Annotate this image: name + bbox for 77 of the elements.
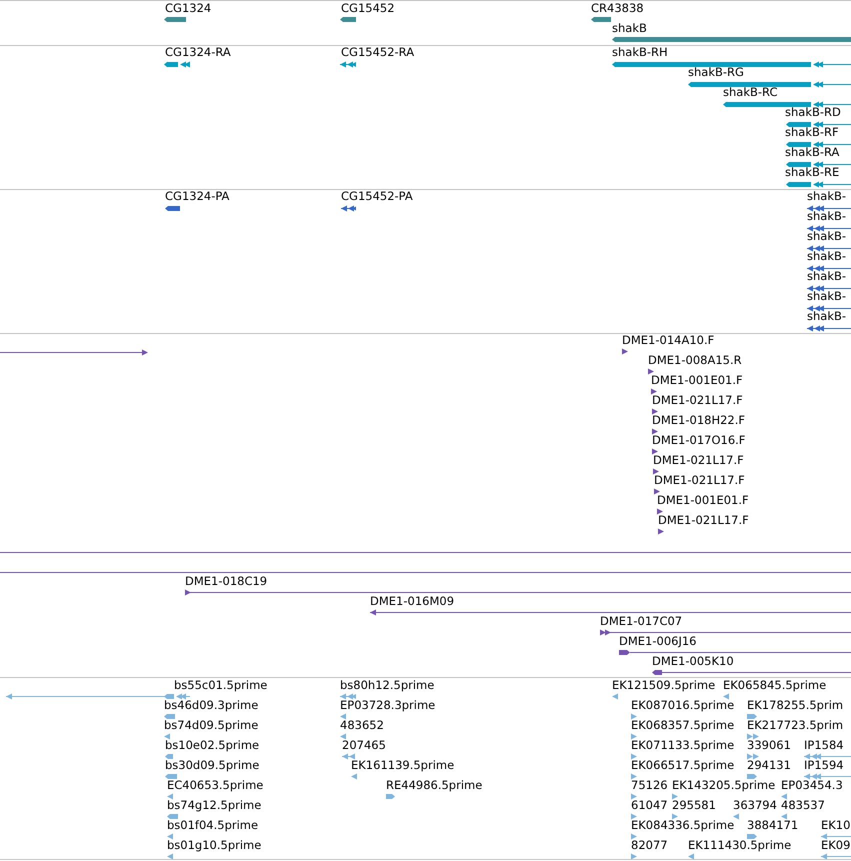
feature-label: DME1-008A15.R [648, 354, 742, 367]
feature-label: bs74d09.5prime [164, 719, 258, 732]
feature-label: DME1-016M09 [370, 595, 454, 608]
feature-label: EK178255.5prim [747, 699, 844, 712]
feature-label: 483652 [340, 719, 384, 732]
feature-label: EK217723.5prim [747, 719, 844, 732]
feature-label: bs10e02.5prime [165, 739, 260, 752]
feature-label: bs01g10.5prime [167, 839, 262, 852]
feature-label: RE44986.5prime [386, 779, 482, 792]
feature-label: CR43838 [591, 2, 644, 15]
feature-label: 3884171 [747, 819, 798, 832]
feature-label: bs80h12.5prime [340, 679, 434, 692]
feature-label: EK066517.5prime [631, 759, 734, 772]
feature-label: 294131 [747, 759, 791, 772]
feature-label: shakB-RC [723, 86, 778, 99]
feature-label: shakB [612, 22, 647, 35]
feature-label: EK09 [821, 839, 850, 852]
feature-label: EP03728.3prime [340, 699, 436, 712]
feature-label: IP1594 [804, 759, 844, 772]
feature-label: EP03454.3 [781, 779, 843, 792]
feature-label: EK111430.5prime [688, 839, 792, 852]
feature-label: DME1-017C07 [600, 615, 682, 628]
feature-label: bs55c01.5prime [174, 679, 268, 692]
feature-label: CG15452-PA [341, 190, 413, 203]
feature-label: 339061 [747, 739, 791, 752]
feature-label: DME1-001E01.F [657, 494, 749, 507]
feature-label: shakB-RD [785, 106, 841, 119]
feature-label: IP1584 [804, 739, 844, 752]
feature-label: EC40653.5prime [167, 779, 264, 792]
feature-label: EK10 [821, 819, 850, 832]
feature-label: EK071133.5prime [631, 739, 734, 752]
feature-label: CG15452-RA [341, 46, 414, 59]
feature-label: 295581 [672, 799, 716, 812]
feature-label: DME1-018C19 [185, 575, 268, 588]
feature-label: DME1-017O16.F [652, 434, 746, 447]
feature-label: CG1324-PA [165, 190, 230, 203]
feature-label: 363794 [733, 799, 777, 812]
feature-label: 61047 [631, 799, 668, 812]
feature-label: bs30d09.5prime [165, 759, 260, 772]
feature-label: bs74g12.5prime [167, 799, 262, 812]
feature-label: shakB- [807, 270, 846, 283]
feature-label: DME1-006J16 [619, 635, 696, 648]
feature-label: shakB-RG [688, 66, 744, 79]
feature-label: bs01f04.5prime [167, 819, 258, 832]
feature-label: bs46d09.3prime [164, 699, 258, 712]
feature-label: 82077 [631, 839, 668, 852]
feature-label: 483537 [781, 799, 825, 812]
feature-label: EK065845.5prime [723, 679, 826, 692]
feature-label: 207465 [342, 739, 386, 752]
feature-label: shakB- [807, 210, 846, 223]
feature-label: 75126 [631, 779, 668, 792]
feature-label: EK084336.5prime [631, 819, 734, 832]
feature-label: DME1-021L17.F [654, 474, 745, 487]
feature-label: CG1324 [165, 2, 212, 15]
feature-label: DME1-018H22.F [652, 414, 746, 427]
feature-label: DME1-021L17.F [658, 514, 749, 527]
feature-label: DME1-014A10.F [622, 334, 714, 347]
feature-label: shakB- [807, 290, 846, 303]
feature-label: shakB- [807, 310, 846, 323]
feature-label: shakB-RH [612, 46, 668, 59]
feature-label: EK143205.5prime [672, 779, 776, 792]
feature-label: shakB-RF [785, 126, 839, 139]
feature-label: EK121509.5prime [612, 679, 716, 692]
feature-label: shakB- [807, 190, 846, 203]
feature-label: CG1324-RA [165, 46, 231, 59]
feature-label: shakB-RA [785, 146, 840, 159]
feature-label: DME1-021L17.F [652, 394, 743, 407]
feature-label: shakB-RE [785, 166, 840, 179]
feature-label: EK161139.5prime [351, 759, 454, 772]
feature-label: shakB- [807, 230, 846, 243]
feature-label: EK068357.5prime [631, 719, 734, 732]
feature-label: DME1-021L17.F [653, 454, 744, 467]
feature-label: CG15452 [341, 2, 395, 15]
feature-label: DME1-005K10 [652, 655, 734, 668]
feature-label: DME1-001E01.F [651, 374, 743, 387]
feature-label: shakB- [807, 250, 846, 263]
feature-label: EK087016.5prime [631, 699, 734, 712]
